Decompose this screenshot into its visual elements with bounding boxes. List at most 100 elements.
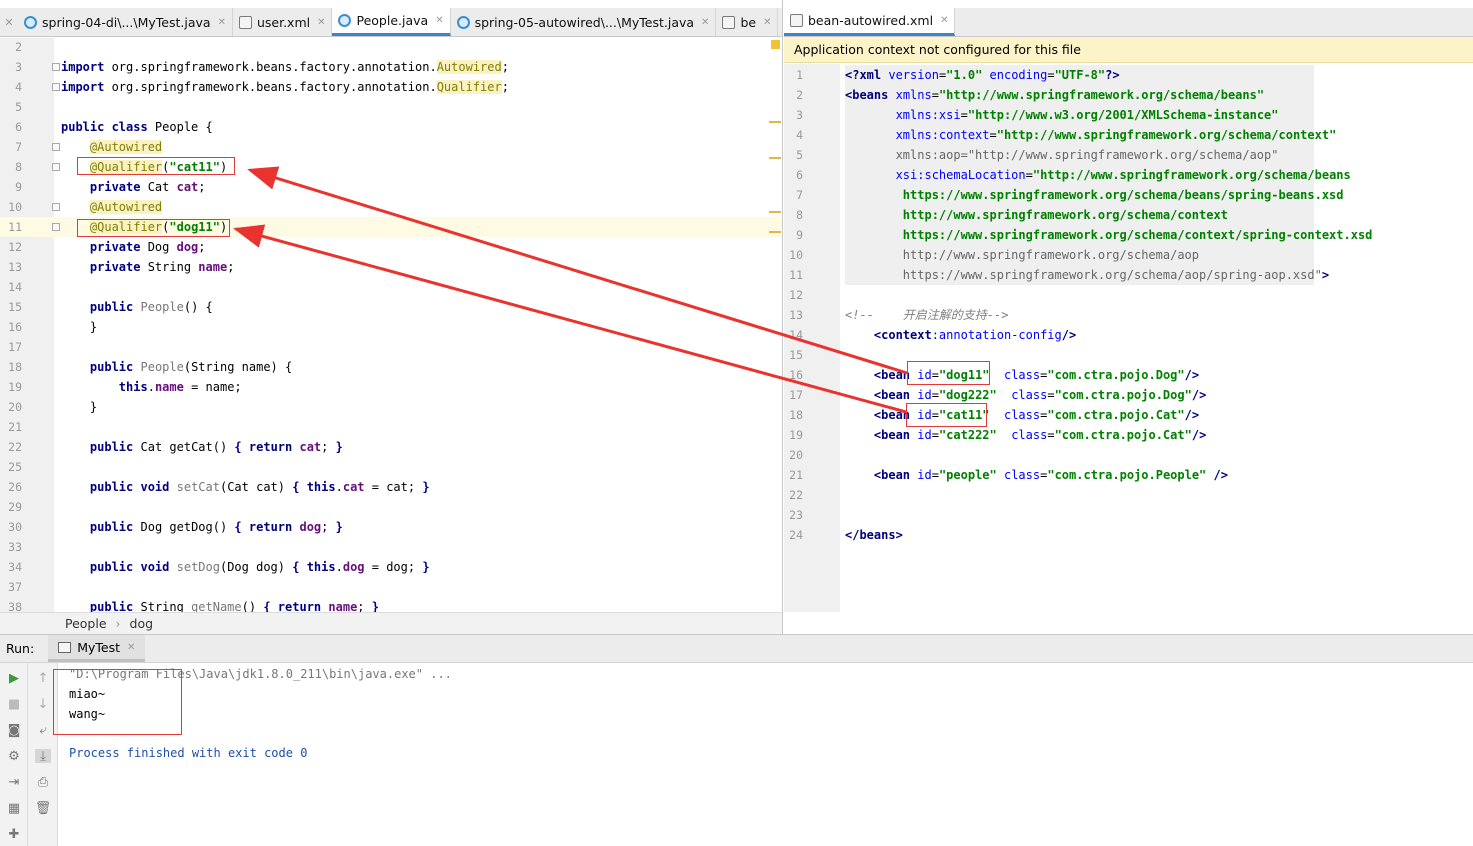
pin-icon[interactable]: ✚ [6,827,22,842]
code-line[interactable]: 18 public People(String name) { [0,357,782,377]
breadcrumb-item-class[interactable]: People [65,616,107,631]
fold-marker-icon[interactable] [52,83,60,91]
code-line[interactable]: 12 [784,285,1473,305]
code-line[interactable]: 33 [0,537,782,557]
code-text: xsi:schemaLocation="http://www.springfra… [895,168,1351,182]
tab-overflow-button[interactable]: ▾≡6 [778,8,782,36]
code-line[interactable]: 17 [0,337,782,357]
code-line[interactable]: 17 <bean id="dog222" class="com.ctra.poj… [784,385,1473,405]
fold-marker-icon[interactable] [52,143,60,151]
java-code-area[interactable]: 2 3 import org.springframework.beans.facto… [0,37,782,612]
trash-icon[interactable]: 🗑 [35,801,52,816]
code-line[interactable]: 9 private Cat cat; [0,177,782,197]
xml-code-area[interactable]: 1 <?xml version="1.0" encoding="UTF-8"?> 2… [784,64,1473,612]
stop-icon[interactable]: ■ [6,697,22,712]
code-line[interactable]: 7 https://www.springframework.org/schema… [784,185,1473,205]
code-line[interactable]: 14 <context:annotation-config/> [784,325,1473,345]
scroll-to-end-icon[interactable]: ⤓ [35,749,51,764]
tab-3[interactable]: spring-05-autowired\...\MyTest.java ✕ [451,8,717,36]
layout-icon[interactable]: ▦ [6,801,22,816]
camera-icon[interactable]: ◙ [6,723,22,738]
code-line[interactable]: 10 @Autowired [0,197,782,217]
code-line[interactable]: 6 xsi:schemaLocation="http://www.springf… [784,165,1473,185]
close-icon[interactable]: ✕ [701,17,709,28]
code-line[interactable]: 5 xmlns:aop="http://www.springframework.… [784,145,1473,165]
code-text: <bean id="cat11" class="com.ctra.pojo.Ca… [873,408,1200,422]
code-line[interactable]: 21 [0,417,782,437]
close-icon[interactable]: ✕ [317,17,325,28]
tab-4[interactable]: be ✕ [716,8,779,36]
code-line[interactable]: 5 [0,97,782,117]
code-line[interactable]: 4 xmlns:context="http://www.springframew… [784,125,1473,145]
code-line[interactable]: 38 public String getName() { return name… [0,597,782,612]
close-icon[interactable]: ✕ [435,15,443,26]
run-tab-mytest[interactable]: MyTest ✕ [48,635,146,662]
code-line[interactable]: 10 http://www.springframework.org/schema… [784,245,1473,265]
code-line[interactable]: 22 public Cat getCat() { return cat; } [0,437,782,457]
line-number: 16 [8,320,22,334]
settings-icon[interactable]: ⚙ [6,749,22,764]
fold-marker-icon[interactable] [52,163,60,171]
code-line[interactable]: 4 import org.springframework.beans.factor… [0,77,782,97]
code-text: public Dog getDog() { return dog; } [89,520,343,534]
code-line[interactable]: 12 private Dog dog; [0,237,782,257]
code-line[interactable]: 16 <bean id="dog11" class="com.ctra.pojo… [784,365,1473,385]
scroll-marker [769,121,781,123]
tab-bean-autowired-xml[interactable]: bean-autowired.xml ✕ [784,8,956,36]
print-icon[interactable]: ⎙ [35,775,51,790]
code-line[interactable]: 2 <beans xmlns="http://www.springframewor… [784,85,1473,105]
tab-2[interactable]: People.java ✕ [332,8,451,36]
up-arrow-icon[interactable]: ↑ [35,671,51,686]
code-line[interactable]: 16 } [0,317,782,337]
code-line[interactable]: 1 <?xml version="1.0" encoding="UTF-8"?> [784,65,1473,85]
close-icon[interactable]: ✕ [0,8,18,37]
code-line[interactable]: 34 public void setDog(Dog dog) { this.do… [0,557,782,577]
code-line[interactable]: 3 xmlns:xsi="http://www.w3.org/2001/XMLS… [784,105,1473,125]
code-line[interactable]: 3 import org.springframework.beans.factor… [0,57,782,77]
fold-marker-icon[interactable] [52,203,60,211]
code-line[interactable]: 18 <bean id="cat11" class="com.ctra.pojo… [784,405,1473,425]
code-line[interactable]: 8 http://www.springframework.org/schema/… [784,205,1473,225]
code-line[interactable]: 24 </beans> [784,525,1473,545]
code-line[interactable]: 14 [0,277,782,297]
tab-0[interactable]: spring-04-di\...\MyTest.java ✕ [18,8,233,36]
code-line[interactable]: 9 https://www.springframework.org/schema… [784,225,1473,245]
code-line[interactable]: 15 [784,345,1473,365]
close-icon[interactable]: ✕ [940,15,948,26]
code-line[interactable]: 13 private String name; [0,257,782,277]
code-line[interactable]: 25 [0,457,782,477]
fold-marker-icon[interactable] [52,63,60,71]
code-line[interactable]: 21 <bean id="people" class="com.ctra.poj… [784,465,1473,485]
down-arrow-icon[interactable]: ↓ [35,697,51,712]
annotation-box-bean-cat [906,403,987,427]
code-line[interactable]: 19 this.name = name; [0,377,782,397]
code-line[interactable]: 20 [784,445,1473,465]
close-icon[interactable]: ✕ [763,17,771,28]
code-line[interactable]: 20 } [0,397,782,417]
code-line[interactable]: 6 public class People { [0,117,782,137]
code-line[interactable]: 26 public void setCat(Cat cat) { this.ca… [0,477,782,497]
code-text: public void setCat(Cat cat) { this.cat =… [89,480,430,494]
tab-1[interactable]: user.xml ✕ [233,8,333,36]
code-line[interactable]: 11 https://www.springframework.org/schem… [784,265,1473,285]
code-line[interactable]: 30 public Dog getDog() { return dog; } [0,517,782,537]
fold-marker-icon[interactable] [52,223,60,231]
code-line[interactable]: 23 [784,505,1473,525]
code-line[interactable]: 7 @Autowired [0,137,782,157]
close-icon[interactable]: ✕ [127,642,135,653]
breadcrumb-item-field[interactable]: dog [130,616,154,631]
exit-icon[interactable]: ⇥ [6,775,22,790]
code-line[interactable]: 15 public People() { [0,297,782,317]
code-line[interactable]: 37 [0,577,782,597]
line-number: 20 [789,448,803,462]
line-number: 6 [15,120,22,134]
code-line[interactable]: 13 <!-- 开启注解的支持--> [784,305,1473,325]
code-line[interactable]: 19 <bean id="cat222" class="com.ctra.poj… [784,425,1473,445]
rerun-icon[interactable]: ▶ [6,671,22,686]
code-line[interactable]: 2 [0,37,782,57]
code-line[interactable]: 29 [0,497,782,517]
soft-wrap-icon[interactable]: ⤶ [35,723,51,738]
close-icon[interactable]: ✕ [218,17,226,28]
code-line[interactable]: 22 [784,485,1473,505]
inspection-status-icon[interactable] [771,40,780,49]
